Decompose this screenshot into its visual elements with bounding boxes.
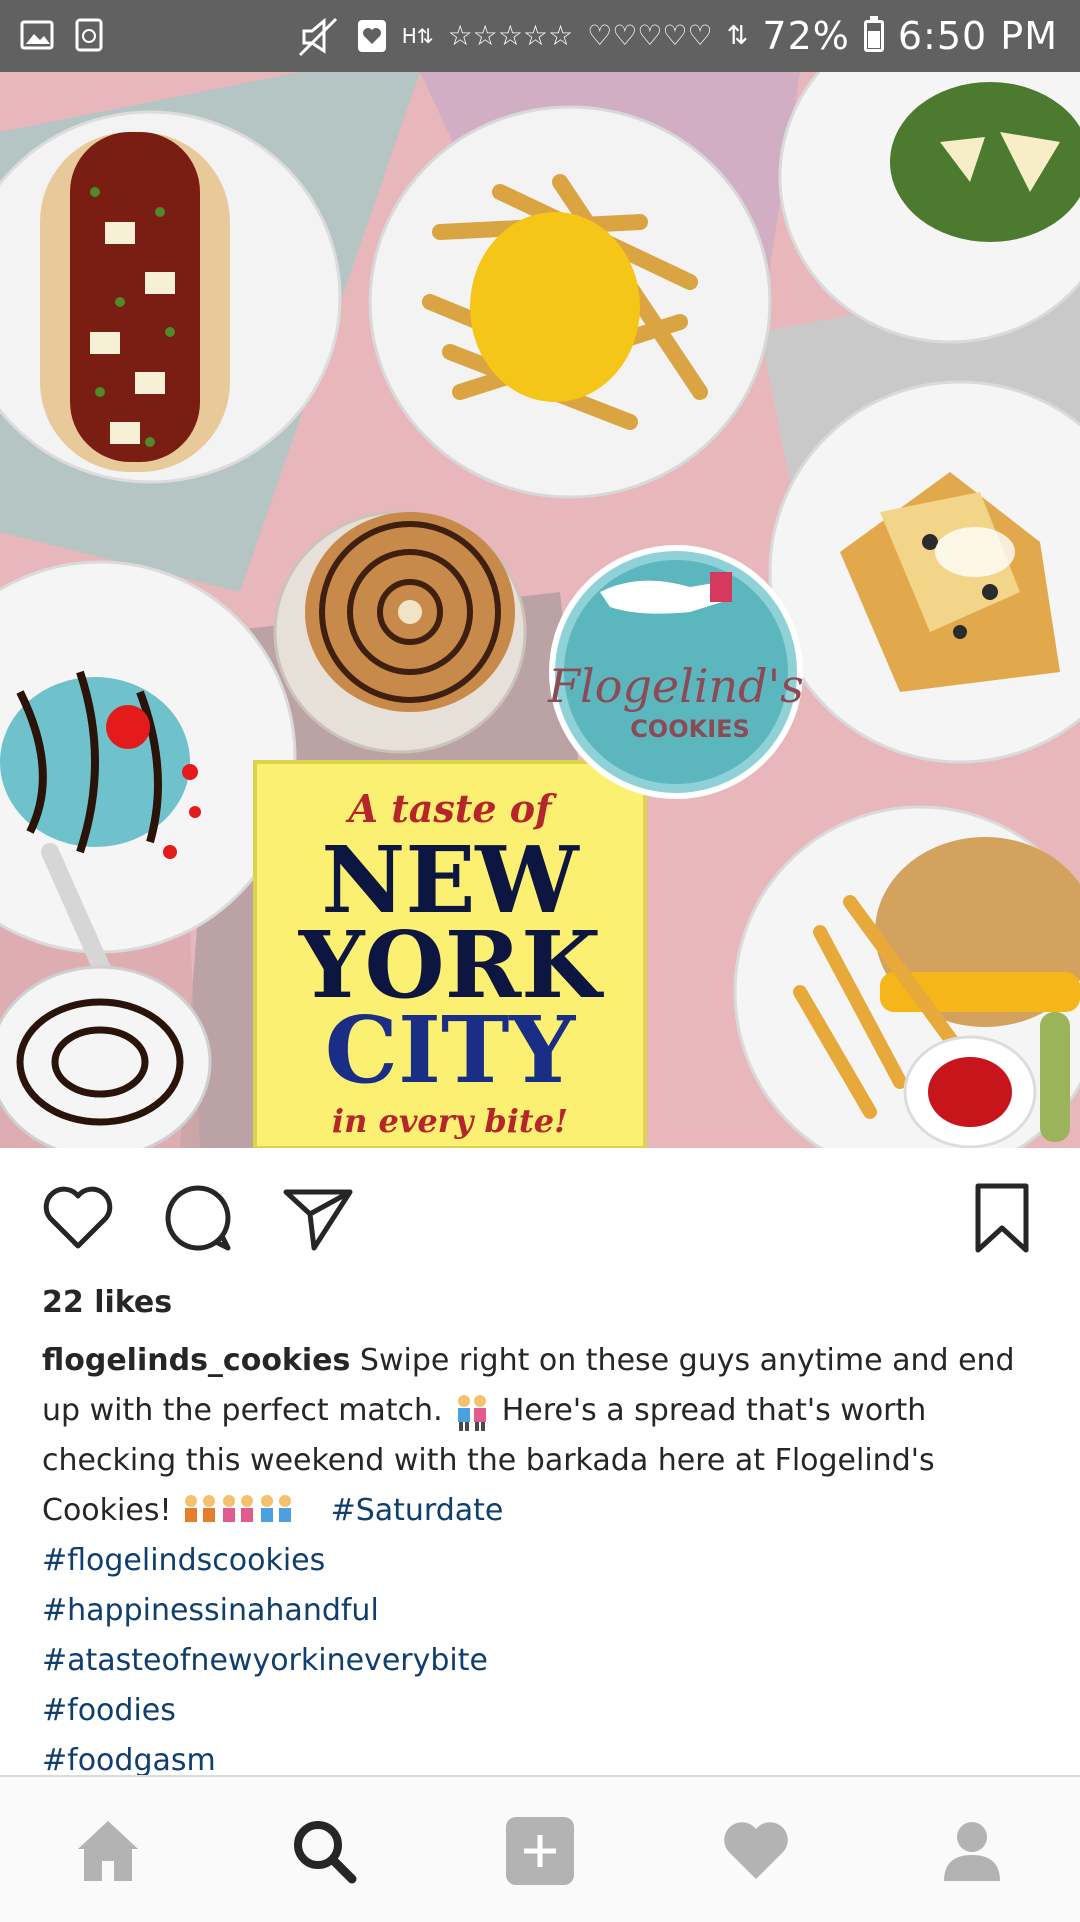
battery-percent: 72% xyxy=(762,14,850,58)
nav-activity[interactable] xyxy=(720,1815,792,1887)
hashtag-link[interactable]: #flogelindscookies xyxy=(42,1536,1042,1586)
bookmark-icon xyxy=(975,1183,1029,1253)
sign-city: CITY xyxy=(325,996,577,1104)
hashtag-link[interactable]: #Saturdate xyxy=(331,1493,504,1528)
add-icon xyxy=(506,1817,574,1885)
sign-tagline: A taste of xyxy=(346,786,558,831)
clock: 6:50 PM xyxy=(897,14,1058,58)
caption-username[interactable]: flogelinds_cookies xyxy=(42,1343,350,1378)
save-button[interactable] xyxy=(964,1180,1040,1256)
sign-bottom: in every bite! xyxy=(332,1102,568,1140)
hearts-icon: ♡♡♡♡♡ xyxy=(587,19,713,52)
home-icon xyxy=(78,1821,138,1881)
cheese-fries-plate xyxy=(368,105,772,499)
comment-button[interactable] xyxy=(160,1180,236,1256)
hashtag-link[interactable]: #foodies xyxy=(42,1686,1042,1736)
logo-script: Flogelind's xyxy=(547,659,804,713)
status-bar: H⇅ ☆☆☆☆☆ ♡♡♡♡♡ ⇅ 72% 6:50 PM xyxy=(0,0,1080,72)
flogelinds-logo: Flogelind's COOKIES xyxy=(547,545,804,799)
nav-profile[interactable] xyxy=(936,1815,1008,1887)
post-image[interactable]: A taste of NEW YORK CITY in every bite! … xyxy=(0,72,1080,1148)
post-caption: flogelinds_cookies Swipe right on these … xyxy=(42,1336,1042,1786)
nav-search[interactable] xyxy=(288,1815,360,1887)
mute-icon xyxy=(298,17,337,57)
coffee-cup xyxy=(273,510,527,754)
stars-icon: ☆☆☆☆☆ xyxy=(447,19,574,52)
hashtag-link[interactable]: #atasteofnewyorkineverybite xyxy=(42,1636,1042,1686)
nav-home[interactable] xyxy=(72,1815,144,1887)
comment-icon xyxy=(165,1185,231,1251)
hashtag-link[interactable]: #happinessinahandful xyxy=(42,1586,1042,1636)
nyc-sign: A taste of NEW YORK CITY in every bite! xyxy=(253,760,647,1148)
network-h-icon: H⇅ xyxy=(401,24,434,48)
share-button[interactable] xyxy=(280,1180,356,1256)
logo-sub: COOKIES xyxy=(630,715,750,743)
heart-badge-icon xyxy=(357,20,386,52)
recycle-icon xyxy=(75,18,103,52)
group-emoji-icon xyxy=(185,1494,292,1522)
gallery-icon xyxy=(20,20,54,50)
heart-outline-icon xyxy=(43,1186,113,1249)
couple-emoji-icon xyxy=(458,1394,487,1431)
search-icon xyxy=(294,1821,357,1884)
likes-count[interactable]: 22 likes xyxy=(42,1285,172,1320)
post-actions xyxy=(0,1170,1080,1260)
send-icon xyxy=(283,1189,353,1251)
battery-icon xyxy=(863,16,884,52)
nav-new-post[interactable] xyxy=(504,1815,576,1887)
profile-icon xyxy=(944,1822,1000,1881)
like-button[interactable] xyxy=(40,1180,116,1256)
bottom-navigation xyxy=(0,1775,1080,1922)
heart-icon xyxy=(724,1822,788,1879)
signal-icon: ⇅ xyxy=(726,21,749,51)
